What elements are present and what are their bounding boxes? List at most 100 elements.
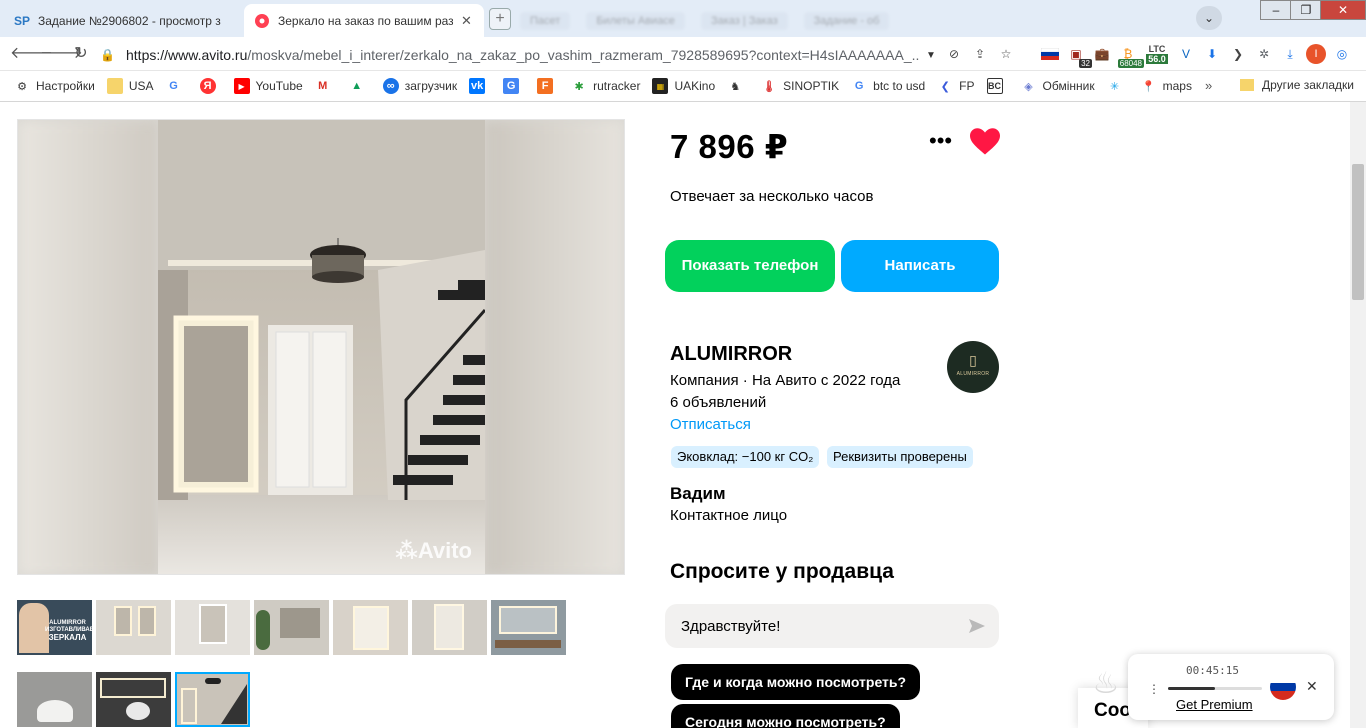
restore-button[interactable]: ❐: [1290, 0, 1322, 20]
sync-icon[interactable]: ◎: [1332, 44, 1352, 64]
bookmark-bc[interactable]: BC: [986, 78, 1009, 94]
lock-icon[interactable]: 🔒: [100, 48, 115, 62]
diamond-icon: ◈: [1024, 80, 1033, 93]
more-options-icon[interactable]: •••: [929, 130, 952, 152]
star-icon[interactable]: ☆: [996, 44, 1016, 64]
bookmark-fp[interactable]: ❮ FP: [937, 78, 975, 94]
bookmark-loader[interactable]: ∞ загрузчик: [382, 78, 457, 94]
ghost-tab[interactable]: Билеты Авиасе: [586, 11, 685, 30]
thumbnail[interactable]: [17, 672, 92, 727]
youtube-icon: ▶: [233, 78, 250, 94]
bookmark-label: YouTube: [255, 79, 303, 93]
bookmark-sinoptik[interactable]: 🌡 SINOPTIK: [761, 78, 839, 94]
bookmark-btc-usd[interactable]: Gbtc to usd: [851, 78, 925, 94]
bookmark-label: UAKino: [674, 79, 716, 93]
thumbnail[interactable]: [96, 672, 171, 727]
address-bar[interactable]: 🔒 https://www.avito.ru/moskva/mebel_i_in…: [100, 41, 940, 69]
snowflake-icon: ✳: [1109, 80, 1120, 93]
ghost-tab[interactable]: Задание - об: [803, 11, 890, 30]
downloads-icon[interactable]: ⤓: [1280, 44, 1300, 64]
bookmark-maps[interactable]: 📍 maps: [1141, 78, 1192, 94]
widget-close-icon[interactable]: ✕: [1306, 678, 1318, 695]
thumbnail[interactable]: [333, 600, 408, 655]
bookmark-vk[interactable]: vk: [469, 78, 491, 94]
page-scrollbar[interactable]: [1350, 102, 1366, 728]
send-icon[interactable]: [967, 616, 987, 636]
counter-badge: 32: [1079, 59, 1092, 68]
window-close-button[interactable]: ✕: [1320, 0, 1366, 20]
new-tab-button[interactable]: +: [489, 8, 511, 30]
eco-badge[interactable]: Эковклад: −100 кг CO₂: [671, 446, 820, 468]
ghost-tab[interactable]: Пасет: [520, 11, 571, 30]
thumbnail-selected[interactable]: [175, 672, 250, 727]
photo-blur-left: [18, 120, 158, 574]
share-icon[interactable]: ⇪: [970, 44, 990, 64]
google-icon: G: [169, 80, 178, 92]
seller-ads-count[interactable]: 6 объявлений: [670, 394, 766, 411]
thumbnail[interactable]: ALUMIRROR ИЗГОТАВЛИВАЕМ ЗЕРКАЛА: [17, 600, 92, 655]
get-premium-link[interactable]: Get Premium: [1176, 697, 1253, 712]
uakino-icon: ▦: [652, 78, 669, 94]
tab-zadanie[interactable]: SP Задание №2906802 - просмотр з: [4, 4, 242, 37]
widget-menu-icon[interactable]: ⋮: [1148, 682, 1160, 696]
terminal-icon[interactable]: ❯: [1228, 44, 1248, 64]
seller-subtitle: Компания · На Авито с 2022 года: [670, 372, 901, 389]
btc-extension-icon[interactable]: ₿ 68048: [1117, 44, 1144, 68]
show-phone-button[interactable]: Показать телефон: [665, 240, 835, 292]
thumbnail[interactable]: [412, 600, 487, 655]
tab-avito[interactable]: Зеркало на заказ по вашим разм ✕: [244, 4, 484, 37]
quick-question-button[interactable]: Где и когда можно посмотреть?: [671, 664, 921, 700]
russian-flag-icon[interactable]: [1040, 44, 1060, 64]
bookmark-google[interactable]: G: [166, 78, 188, 94]
counter-extension-icon[interactable]: ▣ 32: [1066, 44, 1092, 68]
briefcase-icon[interactable]: 💼: [1092, 44, 1112, 64]
thumbnail[interactable]: [254, 600, 329, 655]
bookmark-drive[interactable]: ▲: [349, 78, 371, 94]
seller-name[interactable]: ALUMIRROR: [670, 343, 792, 366]
tab-search-chevron-icon[interactable]: ⌄: [1196, 6, 1222, 30]
reload-icon[interactable]: ↻: [70, 43, 92, 65]
other-bookmarks[interactable]: Другие закладки: [1240, 78, 1354, 92]
bookmark-f[interactable]: F: [537, 78, 559, 94]
favorite-heart-icon[interactable]: [970, 128, 1000, 156]
bookmark-youtube[interactable]: ▶ YouTube: [233, 78, 303, 94]
bookmark-snowflake[interactable]: ✳: [1107, 78, 1129, 94]
write-message-button[interactable]: Написать: [841, 240, 999, 292]
v-extension-icon[interactable]: V: [1176, 44, 1196, 64]
back-arrow-icon[interactable]: 🡐: [10, 43, 53, 65]
ghost-tab[interactable]: Заказ | Заказ: [700, 11, 788, 30]
russian-flag-icon[interactable]: [1270, 674, 1296, 700]
main-photo[interactable]: ⁂Avito: [17, 119, 625, 575]
quick-question-button[interactable]: Сегодня можно посмотреть?: [671, 704, 900, 728]
download-box-icon[interactable]: ⬇: [1202, 44, 1222, 64]
seller-logo[interactable]: ▯ ALUMIRROR: [947, 341, 999, 393]
profile-avatar[interactable]: I: [1306, 44, 1326, 64]
bookmark-exchange[interactable]: ◈ Обмінник: [1021, 78, 1094, 94]
bookmark-chess[interactable]: ♞: [727, 78, 749, 94]
bookmark-rutracker[interactable]: ✱ rutracker: [571, 78, 640, 94]
bookmarks-overflow-button[interactable]: »: [1205, 78, 1212, 93]
bookmark-translate[interactable]: G: [503, 78, 525, 94]
dropdown-caret-icon[interactable]: ▼: [926, 50, 940, 61]
url-text[interactable]: https://www.avito.ru/moskva/mebel_i_inte…: [126, 47, 920, 63]
thumbnail[interactable]: [96, 600, 171, 655]
bookmark-gmail[interactable]: M: [315, 78, 337, 94]
thumbnail[interactable]: [175, 600, 250, 655]
thumbnail[interactable]: [491, 600, 566, 655]
browser-toolbar: 🡐 🡒 ↻ 🔒 https://www.avito.ru/moskva/mebe…: [0, 37, 1366, 71]
bookmark-usa[interactable]: USA: [106, 78, 154, 94]
bookmark-yandex[interactable]: Я: [199, 78, 222, 94]
bookmark-settings[interactable]: ⚙ Настройки: [14, 78, 95, 94]
progress-track[interactable]: [1168, 687, 1262, 690]
scrollbar-thumb[interactable]: [1352, 164, 1364, 300]
forward-arrow-icon[interactable]: 🡒: [40, 43, 83, 65]
close-icon[interactable]: ✕: [459, 13, 474, 29]
verified-badge[interactable]: Реквизиты проверены: [827, 446, 973, 468]
unsubscribe-link[interactable]: Отписаться: [670, 416, 751, 433]
ltc-extension-icon[interactable]: LTC 56.0: [1144, 44, 1170, 64]
extensions-puzzle-icon[interactable]: ✲: [1254, 44, 1274, 64]
message-input[interactable]: Здравствуйте!: [665, 604, 999, 648]
blocked-icon[interactable]: ⊘: [944, 44, 964, 64]
minimize-button[interactable]: –: [1260, 0, 1292, 20]
bookmark-uakino[interactable]: ▦ UAKino: [652, 78, 715, 94]
